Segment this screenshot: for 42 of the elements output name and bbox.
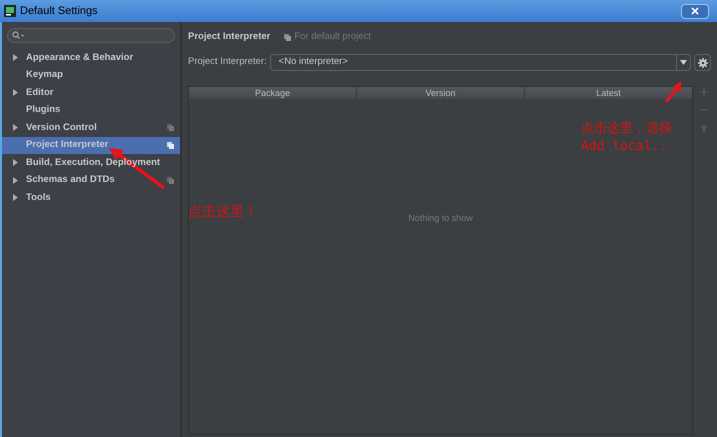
caret-icon xyxy=(680,60,687,65)
expand-arrow-icon[interactable] xyxy=(13,89,18,96)
app-icon xyxy=(4,5,16,17)
sidebar-item[interactable]: Plugins xyxy=(2,102,180,119)
expand-arrow-icon[interactable] xyxy=(13,159,18,166)
field-label: Project Interpreter: xyxy=(188,55,267,70)
interpreter-dropdown[interactable]: <No interpreter> xyxy=(270,54,691,71)
item-label: Appearance & Behavior xyxy=(26,50,134,65)
item-label: Plugins xyxy=(26,103,62,118)
copy-icon xyxy=(284,34,292,40)
column-header[interactable]: Version xyxy=(356,87,524,99)
annotation-text: 点击这里，选择 Add local.. xyxy=(581,120,672,156)
page-title: Project Interpreter xyxy=(188,30,270,44)
dropdown-value: <No interpreter> xyxy=(278,55,349,70)
item-label: Schemas and DTDs xyxy=(26,173,116,188)
close-button[interactable] xyxy=(681,4,709,18)
sidebar-item[interactable]: Editor xyxy=(2,84,180,102)
item-label: Version Control xyxy=(26,120,98,135)
item-label: Keymap xyxy=(26,68,64,82)
item-label: Editor xyxy=(26,86,54,100)
item-label: Tools xyxy=(26,190,52,205)
sidebar-item[interactable]: Tools xyxy=(2,189,180,206)
search-field[interactable] xyxy=(7,28,175,43)
sidebar-item[interactable]: Appearance & Behavior xyxy=(2,49,180,66)
item-label: Project Interpreter xyxy=(26,138,110,152)
sidebar-item[interactable]: Keymap xyxy=(2,66,180,84)
close-icon xyxy=(691,7,699,15)
settings-icon xyxy=(698,58,708,68)
sidebar-item[interactable]: Schemas and DTDs xyxy=(2,172,180,189)
column-header[interactable]: Package xyxy=(189,87,356,99)
window-title: Default Settings xyxy=(20,4,98,19)
expand-arrow-icon[interactable] xyxy=(13,124,18,132)
expand-arrow-icon[interactable] xyxy=(13,194,18,202)
pointer-arrow xyxy=(664,80,684,104)
empty-message: Nothing to show xyxy=(408,212,473,224)
expand-arrow-icon[interactable] xyxy=(13,176,18,184)
scope-label: For default project xyxy=(294,30,371,44)
sidebar-item[interactable]: Version Control xyxy=(2,119,180,136)
settings-button[interactable] xyxy=(694,54,711,71)
search-icon xyxy=(12,31,24,40)
annotation-text: 点击这里！ xyxy=(188,204,258,221)
expand-arrow-icon[interactable] xyxy=(13,54,18,62)
